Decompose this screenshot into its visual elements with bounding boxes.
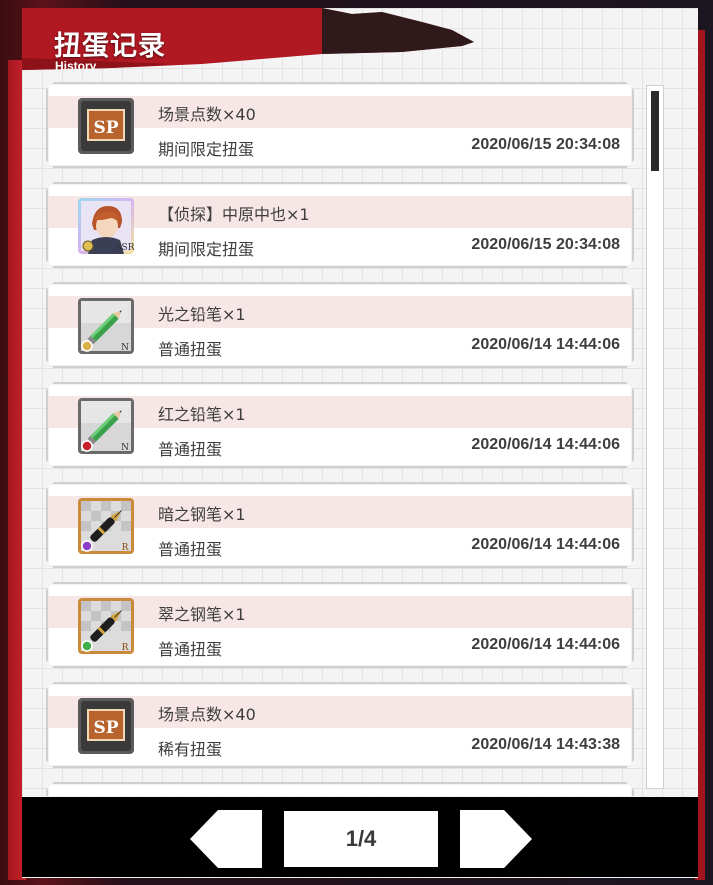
history-row-partial (44, 782, 632, 796)
item-name: 场景点数×40 (158, 705, 256, 724)
item-name: 光之铅笔×1 (158, 305, 246, 324)
svg-text:SP: SP (93, 718, 118, 738)
svg-text:N: N (121, 343, 129, 353)
scrollbar[interactable] (646, 85, 664, 789)
history-card: N 红之铅笔×1 普通扭蛋 2020/06/14 14:44:06 (46, 382, 634, 468)
timestamp: 2020/06/14 14:44:06 (471, 536, 620, 553)
prev-page-button[interactable] (190, 810, 262, 868)
svg-text:N: N (121, 443, 129, 453)
gacha-type: 普通扭蛋 (158, 540, 223, 559)
arrow-left-icon (190, 810, 262, 868)
gacha-type: 稀有扭蛋 (158, 740, 223, 759)
page-indicator: 1/4 (284, 811, 438, 867)
fountain-pen-icon: R (78, 498, 134, 554)
item-name: 暗之钢笔×1 (158, 505, 246, 524)
item-name: 【侦探】中原中也×1 (158, 205, 310, 224)
history-row: R 暗之钢笔×1 普通扭蛋 2020/06/14 14:44:06 (44, 482, 632, 568)
gacha-type: 普通扭蛋 (158, 340, 223, 359)
page-title: 扭蛋记录 (54, 31, 166, 62)
sp-ticket-icon: SP (78, 98, 134, 154)
history-row: R 翠之钢笔×1 普通扭蛋 2020/06/14 14:44:06 (44, 582, 632, 668)
item-name: 场景点数×40 (158, 105, 256, 124)
timestamp: 2020/06/14 14:44:06 (471, 436, 620, 453)
svg-text:SSR: SSR (116, 243, 134, 253)
svg-text:R: R (122, 543, 129, 553)
history-row: SP 场景点数×40 期间限定扭蛋 2020/06/15 20:34:08 (44, 82, 632, 168)
next-page-button[interactable] (460, 810, 532, 868)
history-row: SP 场景点数×40 稀有扭蛋 2020/06/14 14:43:38 (44, 682, 632, 768)
item-name: 翠之钢笔×1 (158, 605, 246, 624)
arrow-right-icon (460, 810, 532, 868)
history-card: N 光之铅笔×1 普通扭蛋 2020/06/14 14:44:06 (46, 282, 634, 368)
gacha-type: 普通扭蛋 (158, 440, 223, 459)
history-card: R 暗之钢笔×1 普通扭蛋 2020/06/14 14:44:06 (46, 482, 634, 568)
history-card: SP 场景点数×40 期间限定扭蛋 2020/06/15 20:34:08 (46, 82, 634, 168)
page-subtitle: History (55, 59, 97, 73)
history-card: SP 场景点数×40 稀有扭蛋 2020/06/14 14:43:38 (46, 682, 634, 768)
history-row: SSR 【侦探】中原中也×1 期间限定扭蛋 2020/06/15 20:34:0… (44, 182, 632, 268)
history-row: N 红之铅笔×1 普通扭蛋 2020/06/14 14:44:06 (44, 382, 632, 468)
history-card (46, 782, 634, 796)
history-card: SSR 【侦探】中原中也×1 期间限定扭蛋 2020/06/15 20:34:0… (46, 182, 634, 268)
timestamp: 2020/06/14 14:44:06 (471, 336, 620, 353)
scrollbar-thumb[interactable] (651, 91, 659, 171)
gacha-type: 普通扭蛋 (158, 640, 223, 659)
gacha-type: 期间限定扭蛋 (158, 240, 255, 259)
svg-text:R: R (122, 643, 129, 653)
timestamp: 2020/06/15 20:34:08 (471, 136, 620, 153)
gacha-type: 期间限定扭蛋 (158, 140, 255, 159)
panel-header: 扭蛋记录 History (22, 8, 482, 73)
history-card: R 翠之钢笔×1 普通扭蛋 2020/06/14 14:44:06 (46, 582, 634, 668)
timestamp: 2020/06/14 14:43:38 (471, 736, 620, 753)
pencil-icon: N (78, 398, 134, 454)
fountain-pen-icon: R (78, 598, 134, 654)
timestamp: 2020/06/15 20:34:08 (471, 236, 620, 253)
history-row: N 光之铅笔×1 普通扭蛋 2020/06/14 14:44:06 (44, 282, 632, 368)
pencil-icon: N (78, 298, 134, 354)
sp-ticket-icon: SP (78, 698, 134, 754)
item-name: 红之铅笔×1 (158, 405, 246, 424)
timestamp: 2020/06/14 14:44:06 (471, 636, 620, 653)
svg-text:SP: SP (93, 118, 118, 138)
character-card-icon: SSR (78, 198, 134, 254)
history-list[interactable]: SP 场景点数×40 期间限定扭蛋 2020/06/15 20:34:08 SS… (44, 82, 634, 796)
